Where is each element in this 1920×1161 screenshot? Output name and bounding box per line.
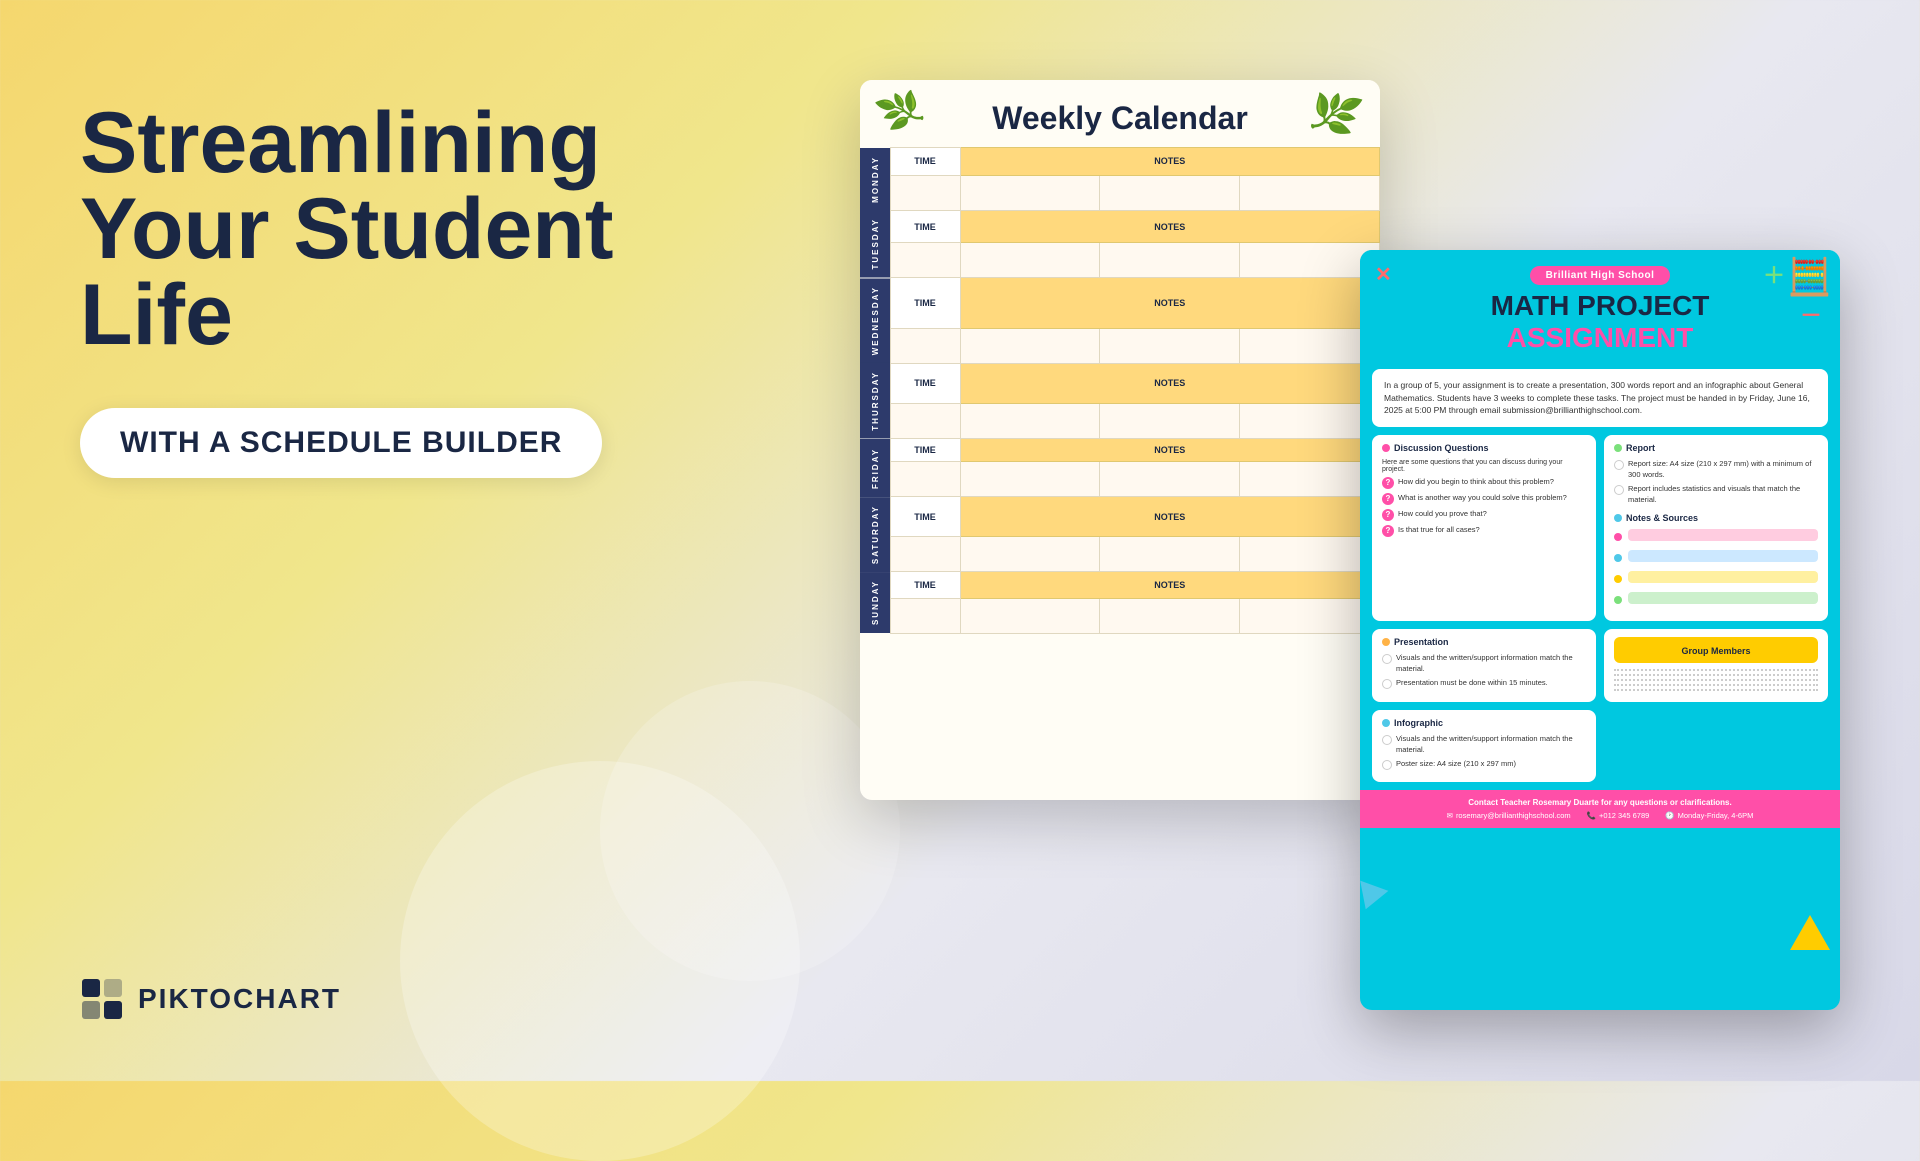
notes-header-sat: NOTES	[960, 497, 1380, 537]
day-thursday: THURSDAY	[860, 363, 890, 439]
day-friday: FRIDAY	[860, 439, 890, 497]
cal-row-thursday-empty	[860, 404, 1380, 439]
logo-text: PIKTOCHART	[138, 983, 341, 1015]
infographic-dot	[1382, 719, 1390, 727]
cal-title: Weekly Calendar	[880, 100, 1360, 137]
footer-contacts: ✉ rosemary@brillianthighschool.com 📞 +01…	[1372, 811, 1828, 820]
weekly-calendar-doc: 🌿 Weekly Calendar 🌿 MONDAY TIME NOTES TU…	[860, 80, 1380, 800]
group-members-title-box: Group Members	[1614, 637, 1818, 663]
notes-header-mon: NOTES	[960, 148, 1380, 176]
infographic-item1: Visuals and the written/support informat…	[1382, 734, 1586, 755]
notes-row-1	[1614, 529, 1818, 545]
time-header-fri: TIME	[890, 439, 960, 462]
notes-header-tue: NOTES	[960, 210, 1380, 243]
infographic-title: Infographic	[1382, 718, 1586, 728]
cal-row-friday: FRIDAY TIME NOTES	[860, 439, 1380, 462]
day-monday: MONDAY	[860, 148, 890, 211]
math-description: In a group of 5, your assignment is to c…	[1372, 369, 1828, 427]
cal-row-saturday-empty	[860, 537, 1380, 572]
math-title-main: MATH PROJECT	[1380, 291, 1820, 322]
discussion-title: Discussion Questions	[1382, 443, 1586, 453]
notes-row-4	[1614, 592, 1818, 608]
infographic-section: Infographic Visuals and the written/supp…	[1372, 710, 1596, 782]
deco-x: ✕	[1375, 262, 1392, 287]
time-header-sun: TIME	[890, 572, 960, 598]
notes-title: Notes & Sources	[1614, 513, 1818, 523]
report-title: Report	[1614, 443, 1818, 453]
footer-email: ✉ rosemary@brillianthighschool.com	[1447, 811, 1571, 820]
math-project-header: ✕ ＋ － 🧮 Brilliant High School MATH PROJE…	[1360, 250, 1840, 369]
presentation-item1: Visuals and the written/support informat…	[1382, 653, 1586, 674]
math-footer: Contact Teacher Rosemary Duarte for any …	[1360, 790, 1840, 828]
notes-sources-subsection: Notes & Sources	[1614, 513, 1818, 608]
time-header-tue: TIME	[890, 210, 960, 243]
math-body: Discussion Questions Here are some quest…	[1360, 435, 1840, 782]
main-title: Streamlining Your Student Life	[80, 100, 730, 358]
triangle-deco-blue	[1360, 881, 1388, 915]
notes-header-sun: NOTES	[960, 572, 1380, 598]
left-content: Streamlining Your Student Life WITH A SC…	[80, 100, 730, 478]
report-item1: Report size: A4 size (210 x 297 mm) with…	[1614, 459, 1818, 480]
discussion-q2: ? What is another way you could solve th…	[1382, 493, 1586, 505]
bg-circle-2	[600, 681, 900, 981]
right-content: 🌿 Weekly Calendar 🌿 MONDAY TIME NOTES TU…	[860, 50, 1840, 1030]
grid-spacer	[1604, 710, 1828, 782]
math-project-doc: ✕ ＋ － 🧮 Brilliant High School MATH PROJE…	[1360, 250, 1840, 1010]
school-badge: Brilliant High School	[1530, 266, 1671, 285]
triangle-deco-yellow	[1790, 915, 1830, 950]
calculator-icon: 🧮	[1787, 256, 1832, 298]
time-header-sat: TIME	[890, 497, 960, 537]
piktochart-logo-icon	[80, 977, 124, 1021]
report-section: Report Report size: A4 size (210 x 297 m…	[1604, 435, 1828, 621]
time-header-mon: TIME	[890, 148, 960, 176]
discussion-q4: ? Is that true for all cases?	[1382, 525, 1586, 537]
deco-minus: －	[1800, 298, 1822, 330]
notes-row-2	[1614, 550, 1818, 566]
discussion-intro: Here are some questions that you can dis…	[1382, 459, 1586, 473]
time-header-thu: TIME	[890, 363, 960, 404]
presentation-dot	[1382, 638, 1390, 646]
notes-header-fri: NOTES	[960, 439, 1380, 462]
cal-row-tuesday-empty	[860, 243, 1380, 278]
cal-row-wednesday: WEDNESDAY TIME NOTES	[860, 278, 1380, 328]
cal-row-sunday: SUNDAY TIME NOTES	[860, 572, 1380, 598]
infographic-item2: Poster size: A4 size (210 x 297 mm)	[1382, 759, 1586, 770]
logo: PIKTOCHART	[80, 977, 341, 1021]
footer-phone: 📞 +012 345 6789	[1587, 811, 1650, 820]
cal-row-tuesday: TUESDAY TIME NOTES	[860, 210, 1380, 243]
discussion-section: Discussion Questions Here are some quest…	[1372, 435, 1596, 621]
presentation-item2: Presentation must be done within 15 minu…	[1382, 678, 1586, 689]
day-tuesday: TUESDAY	[860, 210, 890, 278]
time-header-wed: TIME	[890, 278, 960, 328]
footer-contact-text: Contact Teacher Rosemary Duarte for any …	[1372, 798, 1828, 807]
day-sunday: SUNDAY	[860, 572, 890, 633]
group-members-section: Group Members	[1604, 629, 1828, 702]
cal-row-wednesday-empty	[860, 328, 1380, 363]
subtitle-badge: WITH A SCHEDULE BUILDER	[80, 408, 602, 478]
footer-hours: 🕐 Monday-Friday, 4-6PM	[1665, 811, 1753, 820]
math-title-sub: ASSIGNMENT	[1380, 322, 1820, 354]
notes-header-wed: NOTES	[960, 278, 1380, 328]
cal-table: MONDAY TIME NOTES TUESDAY TIME NOTES	[860, 147, 1380, 634]
cal-row-monday: MONDAY TIME NOTES	[860, 148, 1380, 176]
cal-header: 🌿 Weekly Calendar 🌿	[860, 80, 1380, 147]
notes-header-thu: NOTES	[960, 363, 1380, 404]
day-saturday: SATURDAY	[860, 497, 890, 572]
cal-row-thursday: THURSDAY TIME NOTES	[860, 363, 1380, 404]
notes-dot-title	[1614, 514, 1622, 522]
cal-row-saturday: SATURDAY TIME NOTES	[860, 497, 1380, 537]
discussion-q3: ? How could you prove that?	[1382, 509, 1586, 521]
report-item2: Report includes statistics and visuals t…	[1614, 484, 1818, 505]
cal-row-friday-empty	[860, 462, 1380, 497]
day-wednesday: WEDNESDAY	[860, 278, 890, 363]
notes-row-3	[1614, 571, 1818, 587]
deco-plus: ＋	[1763, 258, 1785, 290]
discussion-dot	[1382, 444, 1390, 452]
cal-row-monday-empty	[860, 175, 1380, 210]
presentation-title: Presentation	[1382, 637, 1586, 647]
cal-row-sunday-empty	[860, 598, 1380, 633]
discussion-q1: ? How did you begin to think about this …	[1382, 477, 1586, 489]
presentation-section: Presentation Visuals and the written/sup…	[1372, 629, 1596, 702]
report-dot	[1614, 444, 1622, 452]
